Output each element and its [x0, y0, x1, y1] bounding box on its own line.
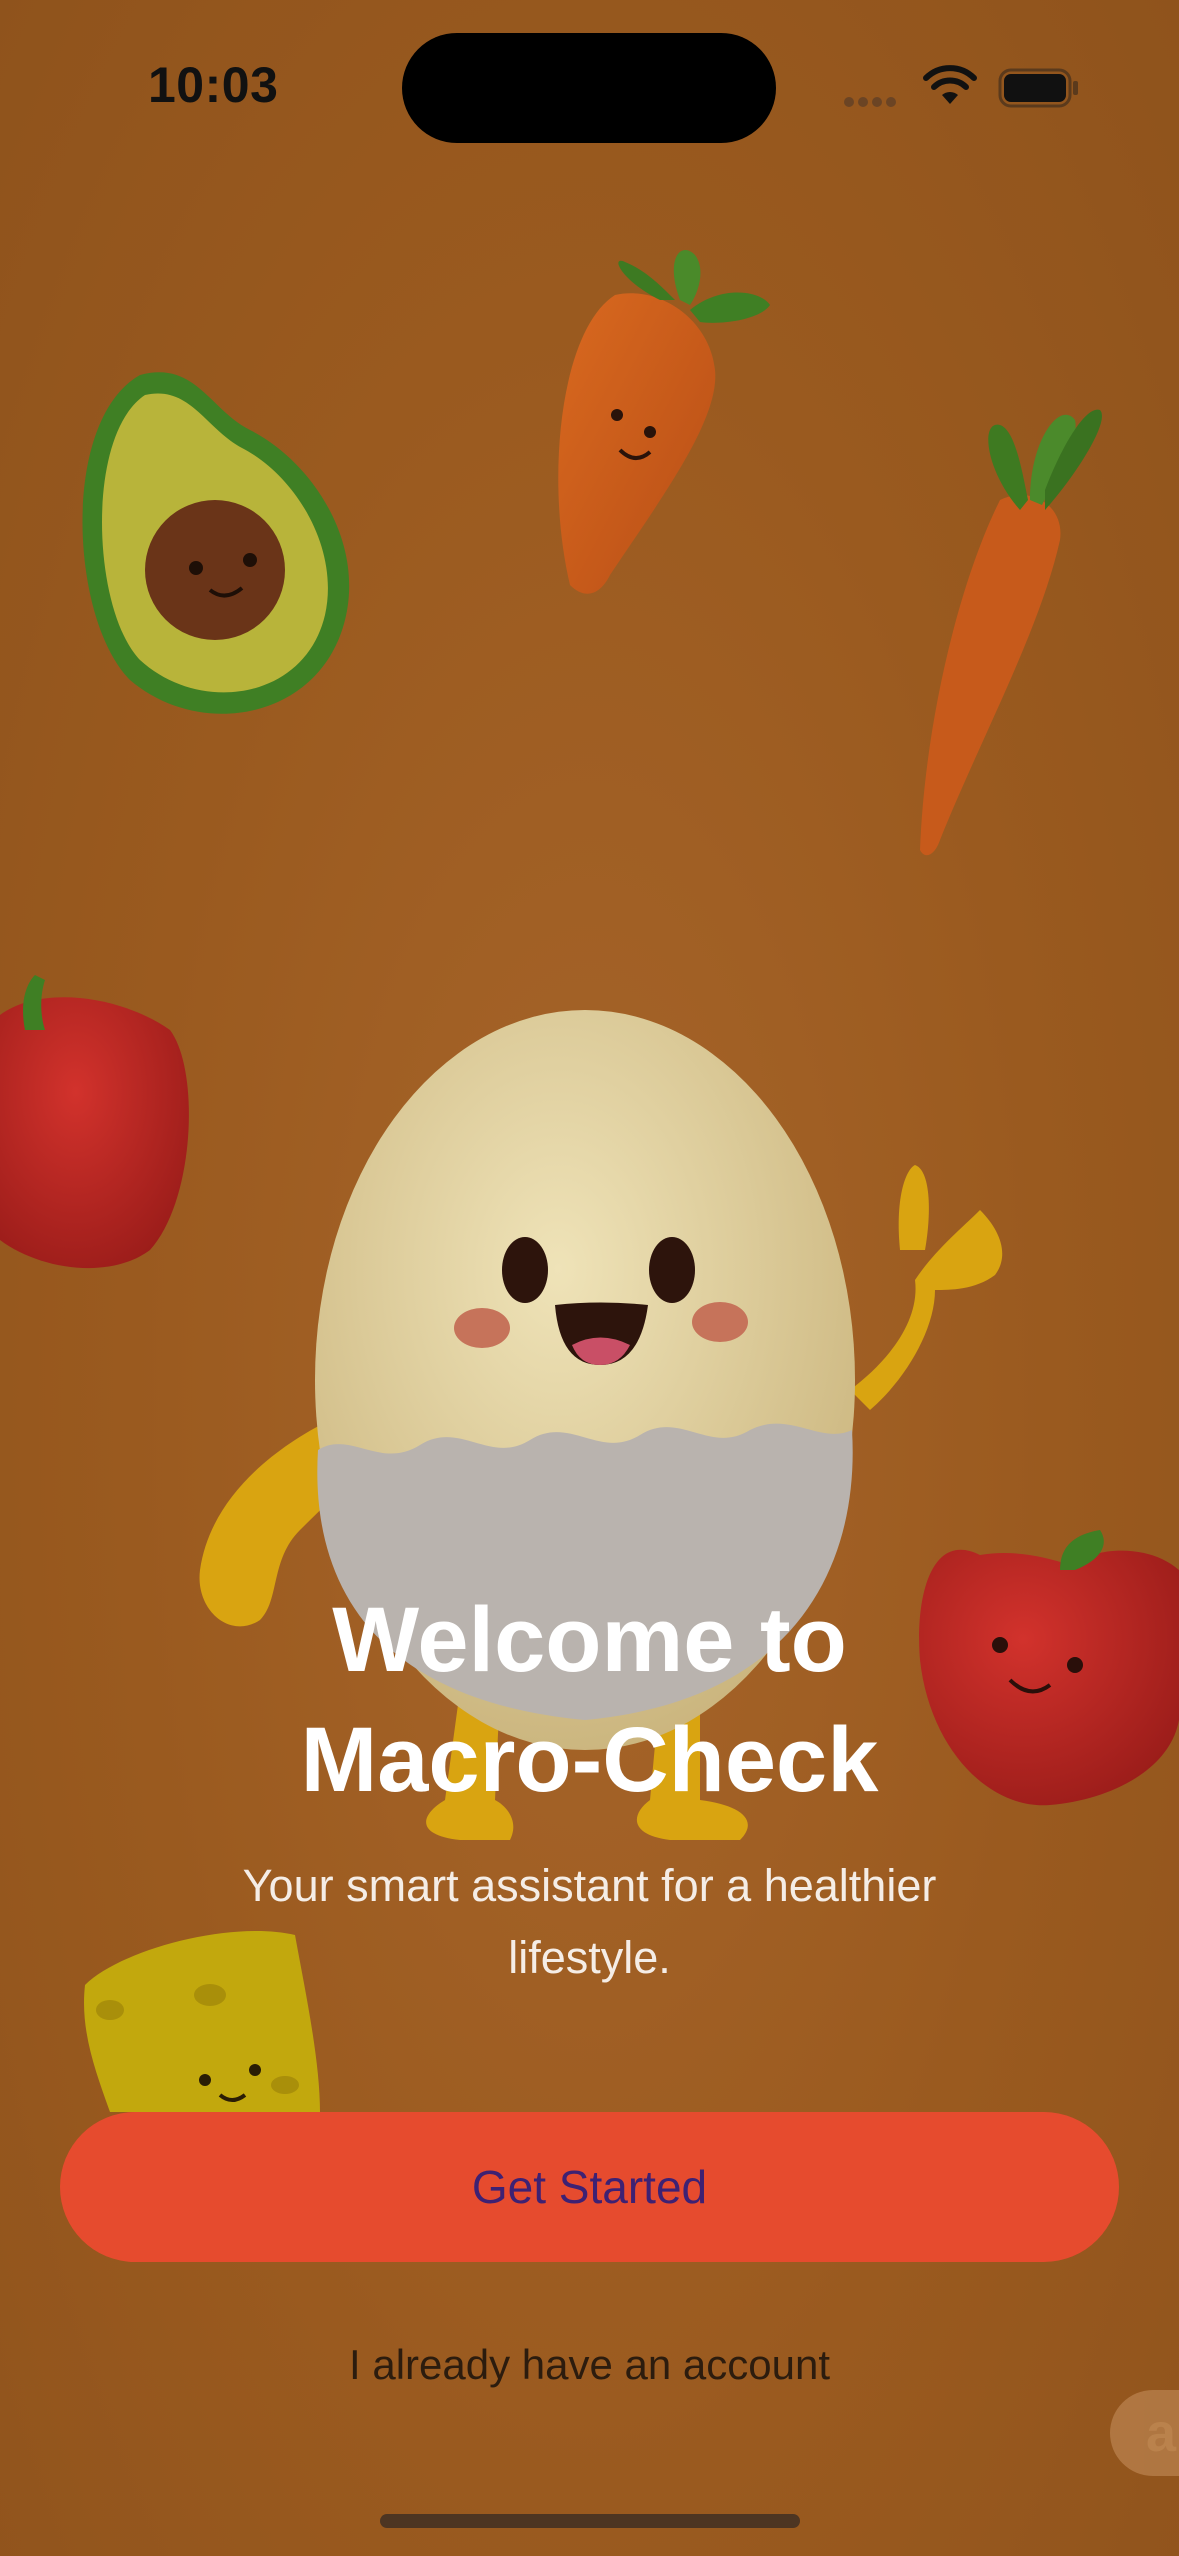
- status-time: 10:03: [148, 57, 279, 113]
- wifi-icon: [923, 65, 977, 104]
- existing-account-link[interactable]: I already have an account: [0, 2335, 1179, 2395]
- welcome-title-line2: Macro-Check: [300, 1709, 879, 1811]
- dynamic-island: [402, 33, 776, 143]
- welcome-screen: 10:03 Welcome to Macro-Check Your smart …: [0, 0, 1179, 2556]
- carrot-illustration: [920, 409, 1102, 856]
- bell-pepper-illustration: [0, 975, 189, 1269]
- welcome-subtitle: Your smart assistant for a healthier lif…: [242, 1860, 937, 1983]
- welcome-title: Welcome to Macro-Check: [0, 1580, 1179, 1820]
- home-indicator[interactable]: [380, 2514, 800, 2528]
- status-bar: 10:03: [0, 0, 1179, 150]
- get-started-button[interactable]: Get Started: [60, 2112, 1119, 2262]
- carrot-face-illustration: [558, 250, 770, 594]
- welcome-title-line1: Welcome to: [332, 1589, 847, 1691]
- get-started-label: Get Started: [471, 2161, 708, 2213]
- battery-icon: [998, 68, 1078, 108]
- avocado-illustration: [82, 372, 350, 714]
- cellular-signal-icon: [844, 94, 906, 107]
